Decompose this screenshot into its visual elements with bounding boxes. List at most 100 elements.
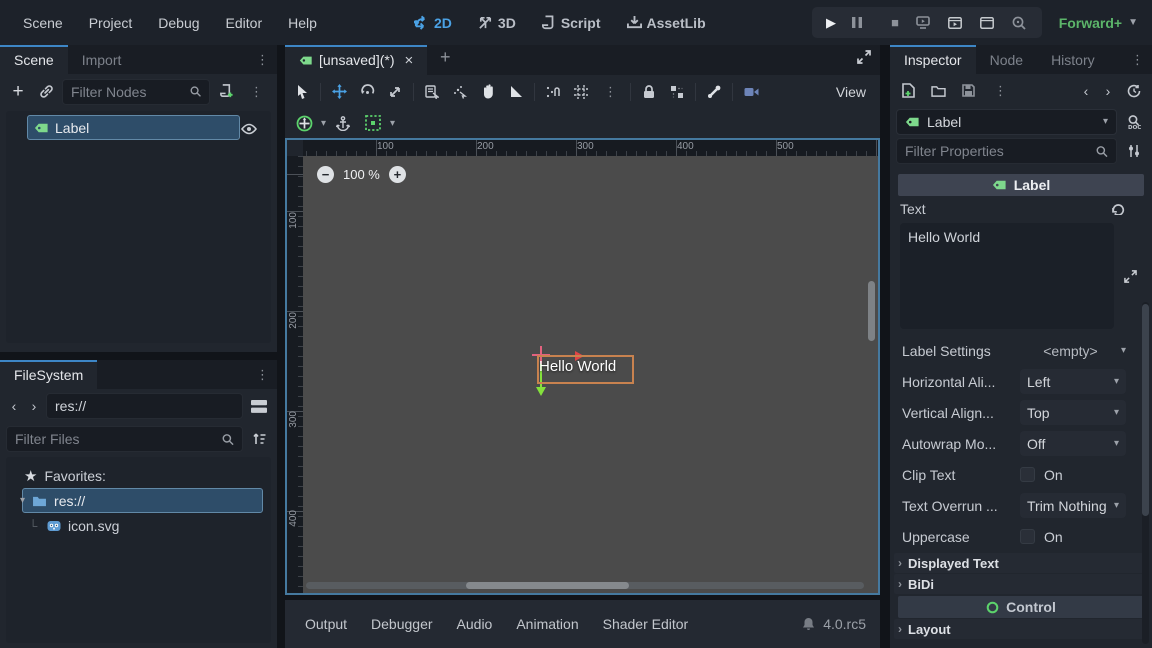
play-scene-button[interactable]	[948, 17, 970, 29]
selectable-nodes-list-button[interactable]	[419, 79, 445, 105]
container-sizing-button[interactable]	[360, 110, 386, 136]
inspector-scrollbar-thumb[interactable]	[1142, 304, 1149, 516]
bottom-tab-shader-editor[interactable]: Shader Editor	[591, 610, 701, 638]
workspace-assetlib-button[interactable]: AssetLib	[621, 12, 712, 34]
uppercase-checkbox[interactable]	[1020, 529, 1035, 544]
pan-mode-button[interactable]	[475, 79, 501, 105]
open-docs-button[interactable]: DOC	[1122, 110, 1146, 134]
2d-viewport[interactable]: 100 200 300 400 500 100 200 300 400 − 10…	[285, 138, 880, 595]
tab-import[interactable]: Import	[68, 45, 136, 74]
property-filter-options-button[interactable]	[1122, 139, 1146, 163]
workspace-script-button[interactable]: Script	[536, 12, 607, 34]
close-tab-icon[interactable]: ×	[404, 52, 413, 69]
zoom-out-button[interactable]: −	[317, 166, 334, 183]
clip-text-checkbox[interactable]	[1020, 467, 1035, 482]
version-label[interactable]: 4.0.rc5	[823, 616, 866, 632]
anchor-preset-button[interactable]	[291, 110, 317, 136]
select-mode-button[interactable]	[289, 79, 315, 105]
bottom-tab-debugger[interactable]: Debugger	[359, 610, 445, 638]
menu-help[interactable]: Help	[278, 11, 327, 35]
filter-properties-field[interactable]	[896, 138, 1117, 164]
category-control[interactable]: Control	[898, 596, 1144, 618]
tab-scene[interactable]: Scene	[0, 45, 68, 74]
label-settings-dropdown[interactable]: <empty> ▾	[1020, 343, 1126, 359]
horizontal-alignment-dropdown[interactable]: Left ▾	[1020, 369, 1126, 394]
movie-maker-button[interactable]	[1012, 16, 1034, 30]
add-node-button[interactable]: +	[6, 80, 30, 104]
workspace-3d-button[interactable]: 3D	[472, 12, 522, 34]
tab-node[interactable]: Node	[976, 45, 1037, 74]
project-camera-override-button[interactable]	[738, 79, 764, 105]
smart-snap-button[interactable]	[540, 79, 566, 105]
category-label[interactable]: Label	[898, 174, 1144, 196]
group-layout[interactable]: › Layout	[894, 619, 1148, 639]
chevron-down-icon[interactable]: ▾	[390, 118, 395, 129]
bottom-tab-output[interactable]: Output	[293, 610, 359, 638]
filter-files-field[interactable]	[6, 426, 243, 452]
group-displayed-text[interactable]: › Displayed Text	[894, 553, 1148, 573]
attach-script-button[interactable]	[214, 80, 238, 104]
resource-menu-button[interactable]: ⋮	[986, 83, 1015, 99]
bottom-tab-audio[interactable]: Audio	[445, 610, 505, 638]
expand-viewport-button[interactable]	[852, 45, 876, 69]
inspector-menu-button[interactable]: ⋮	[1123, 45, 1152, 74]
tab-filesystem[interactable]: FileSystem	[0, 360, 97, 389]
path-input[interactable]	[55, 398, 234, 414]
play-custom-scene-button[interactable]	[980, 17, 1002, 29]
play-button[interactable]: ▶	[820, 15, 842, 31]
text-overrun-dropdown[interactable]: Trim Nothing ▾	[1020, 493, 1126, 518]
group-bidi[interactable]: › BiDi	[894, 574, 1148, 594]
history-back-button[interactable]: ‹	[1078, 79, 1094, 103]
scene-dock-menu-button[interactable]: ⋮	[248, 45, 277, 74]
toggle-split-mode-button[interactable]	[247, 394, 271, 418]
filter-nodes-field[interactable]	[62, 79, 210, 105]
new-scene-tab-button[interactable]: +	[433, 45, 457, 69]
nav-forward-button[interactable]: ›	[26, 394, 42, 418]
stop-button[interactable]: ■	[884, 15, 906, 30]
new-resource-button[interactable]	[896, 79, 920, 103]
notification-bell-icon[interactable]	[802, 617, 815, 631]
node-type-selector[interactable]: Label ▾	[896, 109, 1117, 135]
snap-options-button[interactable]: ⋮	[596, 84, 625, 100]
zoom-reset-button[interactable]: 100 %	[343, 167, 380, 182]
menu-scene[interactable]: Scene	[13, 11, 73, 35]
menu-project[interactable]: Project	[79, 11, 143, 35]
remote-debug-button[interactable]	[916, 16, 938, 29]
vertical-alignment-dropdown[interactable]: Top ▾	[1020, 400, 1126, 425]
load-resource-button[interactable]	[926, 79, 950, 103]
skeleton-options-button[interactable]	[701, 79, 727, 105]
favorites-header[interactable]: ★ Favorites:	[10, 463, 267, 488]
tab-inspector[interactable]: Inspector	[890, 45, 976, 74]
move-mode-button[interactable]	[326, 79, 352, 105]
anchors-button[interactable]	[330, 110, 356, 136]
grid-snap-button[interactable]	[568, 79, 594, 105]
view-menu-button[interactable]: View	[826, 84, 876, 100]
horizontal-scrollbar[interactable]	[306, 582, 864, 589]
tab-unsaved-scene[interactable]: [unsaved](*) ×	[285, 45, 427, 75]
nav-back-button[interactable]: ‹	[6, 394, 22, 418]
inspector-scrollbar[interactable]	[1142, 302, 1149, 644]
menu-debug[interactable]: Debug	[148, 11, 209, 35]
object-history-button[interactable]	[1122, 79, 1146, 103]
instance-scene-button[interactable]	[34, 80, 58, 104]
horizontal-scrollbar-thumb[interactable]	[466, 582, 629, 589]
group-node-button[interactable]	[664, 79, 690, 105]
rotate-mode-button[interactable]	[354, 79, 380, 105]
autowrap-mode-dropdown[interactable]: Off ▾	[1020, 431, 1126, 456]
visibility-toggle-button[interactable]	[237, 117, 261, 141]
filesystem-item-root[interactable]: ▾ res://	[22, 488, 263, 513]
menu-editor[interactable]: Editor	[216, 11, 273, 35]
scene-toolbar-menu-button[interactable]: ⋮	[242, 84, 271, 100]
workspace-2d-button[interactable]: 2D	[408, 12, 458, 34]
canvas[interactable]: − 100 % + Hello World	[303, 156, 878, 593]
zoom-in-button[interactable]: +	[389, 166, 406, 183]
expand-textarea-button[interactable]	[1118, 264, 1142, 288]
bottom-tab-animation[interactable]: Animation	[504, 610, 590, 638]
history-forward-button[interactable]: ›	[1100, 79, 1116, 103]
renderer-selector[interactable]: Forward+ ▼	[1059, 0, 1138, 45]
sort-files-button[interactable]	[247, 427, 271, 451]
vertical-scrollbar-thumb[interactable]	[868, 281, 875, 341]
revert-property-button[interactable]	[1106, 197, 1130, 221]
filesystem-item-icon-svg[interactable]: └ icon.svg	[10, 513, 267, 538]
save-resource-button[interactable]	[956, 79, 980, 103]
